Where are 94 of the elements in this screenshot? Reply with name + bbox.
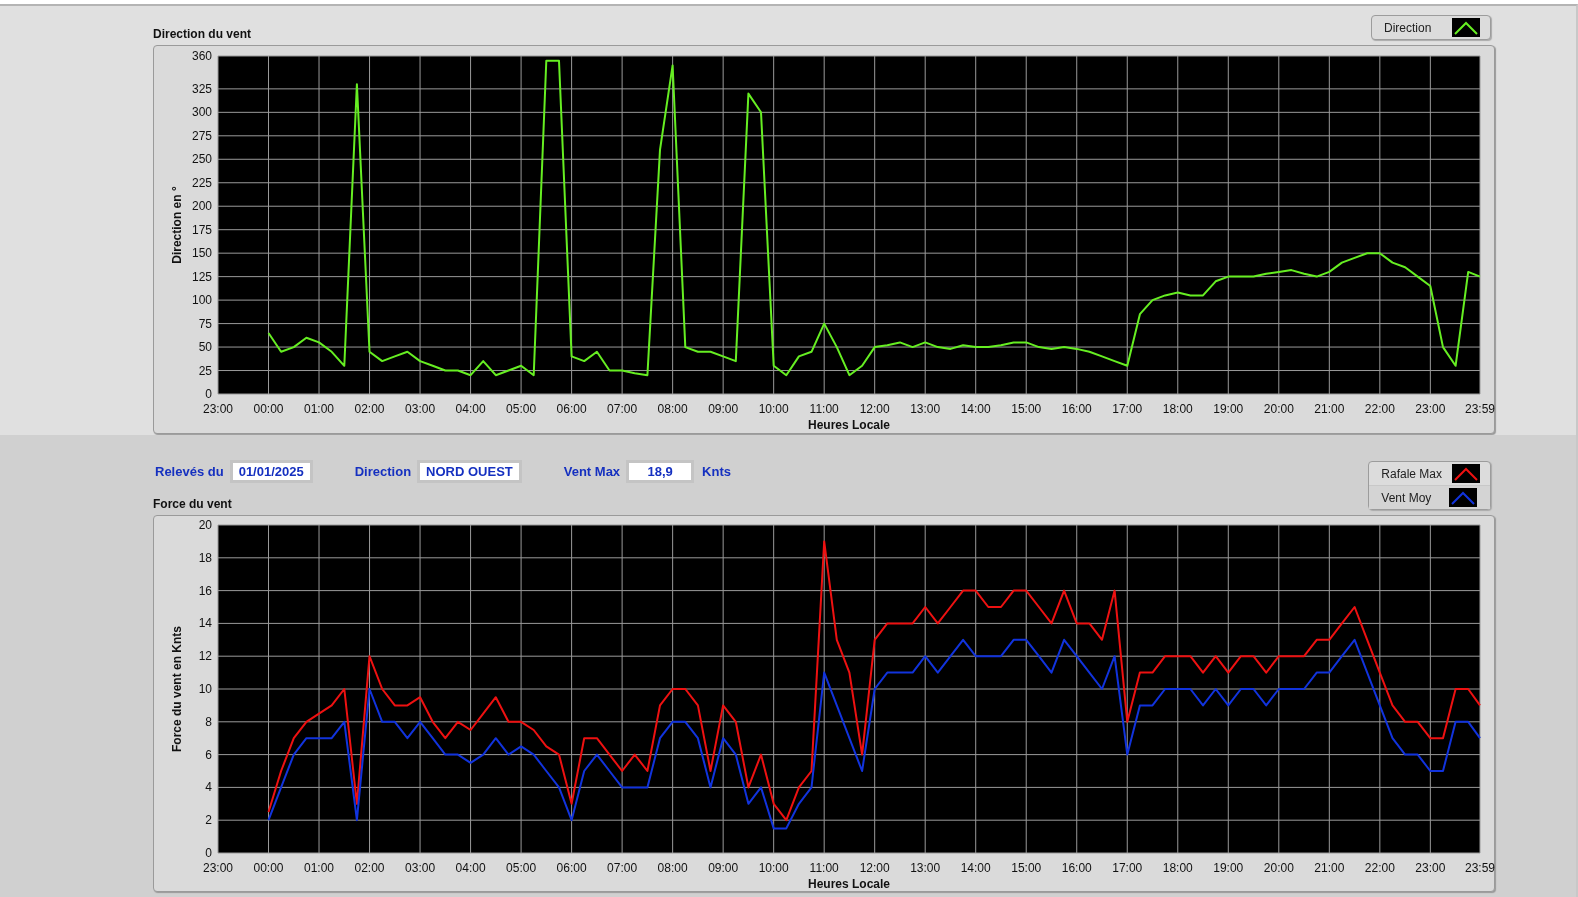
x-tick-label: 18:00 [1162,402,1193,416]
x-tick-label: 05:00 [506,402,537,416]
x-tick-label: 14:00 [960,402,991,416]
chart-title: Force du vent [153,497,233,511]
x-tick-label: 18:00 [1162,861,1193,875]
x-tick-label: 21:00 [1314,402,1345,416]
y-tick-label: 4 [205,780,212,795]
y-tick-label: 18 [198,550,212,565]
x-tick-label: 14:00 [960,861,991,875]
x-tick-label: 02:00 [354,861,385,875]
x-tick-label: 15:00 [1011,861,1042,875]
x-tick-label: 08:00 [657,402,688,416]
y-tick-label: 250 [191,152,212,167]
x-tick-label: 00:00 [253,402,284,416]
y-tick-label: 0 [205,387,212,401]
x-tick-label: 19:00 [1213,861,1244,875]
y-tick-label: 125 [191,269,212,284]
value-field[interactable]: 18,9 [626,460,695,483]
x-tick-label: 13:00 [910,861,941,875]
y-tick-label: 200 [191,199,212,214]
x-tick-label: 01:00 [304,861,335,875]
x-tick-label: 11:00 [809,402,839,416]
x-tick-label: 06:00 [556,861,587,875]
x-tick-label: 13:00 [910,402,941,416]
x-tick-label: 23:59 [1465,402,1495,416]
x-tick-label: 03:00 [405,861,436,875]
x-tick-label: 21:00 [1314,861,1345,875]
unit-label: Knts [702,464,731,479]
y-tick-label: 14 [198,616,212,631]
x-tick-label: 23:00 [1415,402,1446,416]
legend-label: Vent Moy [1381,490,1433,505]
y-tick-label: 275 [191,128,212,143]
y-tick-label: 225 [191,175,212,190]
y-tick-label: 6 [205,747,212,762]
x-tick-label: 16:00 [1061,402,1092,416]
y-tick-label: 325 [191,81,212,96]
x-tick-label: 16:00 [1061,861,1092,875]
x-axis-title: Heures Locale [808,418,890,432]
x-tick-label: 19:00 [1213,402,1244,416]
y-axis-title: Direction en ° [170,186,184,264]
x-tick-label: 22:00 [1364,861,1395,875]
x-tick-label: 01:00 [304,402,335,416]
value-field[interactable]: NORD OUEST [417,460,522,483]
x-tick-label: 11:00 [809,861,839,875]
field-label: Direction [354,464,412,479]
y-tick-label: 50 [198,340,212,355]
x-tick-label: 04:00 [455,861,486,875]
x-tick-label: 15:00 [1011,402,1042,416]
x-axis-title: Heures Locale [808,877,890,891]
y-tick-label: 100 [191,293,212,308]
x-tick-label: 02:00 [354,402,385,416]
y-tick-label: 25 [198,363,212,378]
legend-label: Rafale Max [1381,466,1442,481]
x-tick-label: 23:00 [203,861,233,875]
y-tick-label: 150 [191,246,212,261]
x-tick-label: 23:00 [1415,861,1446,875]
x-tick-label: 07:00 [607,402,638,416]
y-tick-label: 10 [198,682,212,696]
x-tick-label: 09:00 [708,402,739,416]
x-tick-label: 12:00 [859,402,890,416]
y-tick-label: 0 [205,846,212,860]
y-tick-label: 75 [198,316,212,331]
x-tick-label: 08:00 [657,861,688,875]
x-tick-label: 00:00 [253,861,284,875]
x-tick-label: 23:59 [1465,861,1495,875]
x-tick-label: 06:00 [556,402,587,416]
field-label: Vent Max [563,464,621,479]
x-tick-label: 09:00 [708,861,739,875]
y-tick-label: 360 [191,49,212,63]
x-tick-label: 10:00 [758,861,789,875]
y-tick-label: 2 [205,813,212,828]
x-tick-label: 03:00 [405,402,436,416]
value-field[interactable]: 01/01/2025 [229,460,313,483]
x-tick-label: 17:00 [1112,402,1143,416]
legend-label: Direction [1384,20,1433,35]
y-tick-label: 300 [191,105,212,120]
x-tick-label: 20:00 [1263,861,1294,875]
y-axis-title: Force du vent en Knts [170,626,184,752]
x-tick-label: 05:00 [506,861,537,875]
x-tick-label: 10:00 [758,402,789,416]
y-tick-label: 12 [198,649,212,664]
y-tick-label: 20 [198,518,212,532]
x-tick-label: 12:00 [859,861,890,875]
y-tick-label: 16 [198,583,212,598]
y-tick-label: 175 [191,222,212,237]
x-tick-label: 20:00 [1263,402,1294,416]
field-label: Relevés du [155,464,224,479]
x-tick-label: 23:00 [203,402,233,416]
chart-title: Direction du vent [153,27,251,41]
x-tick-label: 22:00 [1364,402,1395,416]
y-tick-label: 8 [205,714,212,729]
x-tick-label: 04:00 [455,402,486,416]
x-tick-label: 17:00 [1112,861,1143,875]
x-tick-label: 07:00 [607,861,638,875]
